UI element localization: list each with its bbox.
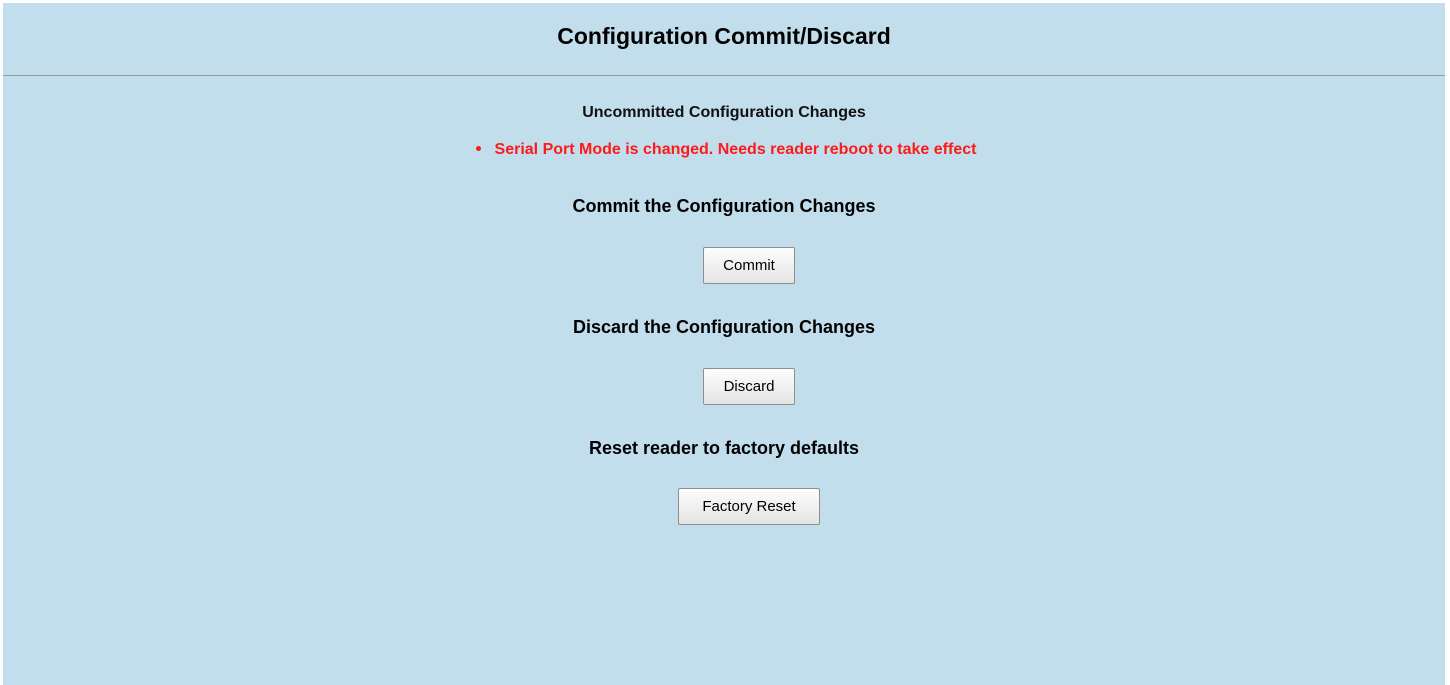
discard-heading: Discard the Configuration Changes bbox=[572, 317, 876, 337]
page-title: Configuration Commit/Discard bbox=[557, 22, 891, 49]
bullet-icon bbox=[475, 146, 481, 151]
uncommitted-changes-heading: Uncommitted Configuration Changes bbox=[582, 104, 866, 121]
change-item-text: Serial Port Mode is changed. Needs reade… bbox=[494, 141, 977, 158]
commit-button[interactable]: Commit bbox=[703, 247, 795, 284]
uncommitted-changes-list: Serial Port Mode is changed. Needs reade… bbox=[3, 141, 1445, 159]
list-item: Serial Port Mode is changed. Needs reade… bbox=[475, 141, 977, 159]
factory-reset-button[interactable]: Factory Reset bbox=[678, 488, 820, 525]
commit-heading: Commit the Configuration Changes bbox=[572, 196, 876, 216]
factory-reset-heading: Reset reader to factory defaults bbox=[588, 438, 860, 458]
config-page: Configuration Commit/Discard Uncommitted… bbox=[3, 3, 1445, 685]
discard-button[interactable]: Discard bbox=[703, 368, 795, 405]
page-header: Configuration Commit/Discard bbox=[3, 3, 1445, 76]
